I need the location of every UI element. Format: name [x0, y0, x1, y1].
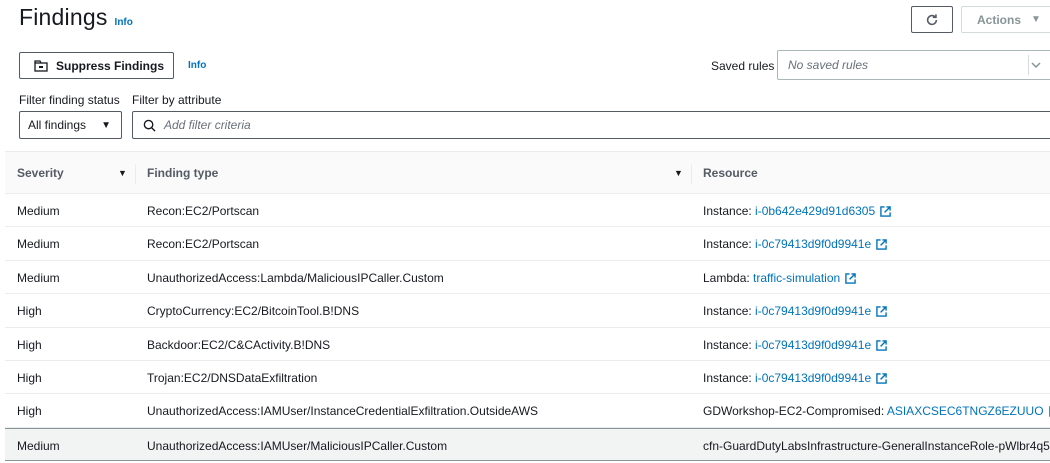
resource-cell: GDWorkshop-EC2-Compromised: ASIAXCSEC6TN…	[703, 404, 1050, 420]
finding-type-cell: Backdoor:EC2/C&CActivity.B!DNS	[147, 337, 331, 352]
resource-link[interactable]: ASIAXCSEC6TNGZ6EZUUO	[887, 404, 1044, 418]
finding-type-cell: UnauthorizedAccess:Lambda/MaliciousIPCal…	[147, 270, 444, 285]
suppress-icon	[34, 59, 48, 72]
suppress-info-link[interactable]: Info	[188, 60, 206, 71]
actions-label: Actions	[977, 12, 1022, 27]
resource-prefix: Lambda:	[703, 270, 754, 285]
table-header: Severity ▼ Finding type ▼ Resource	[5, 151, 1050, 194]
external-link-icon[interactable]	[880, 206, 891, 220]
findings-table: Severity ▼ Finding type ▼ Resource Mediu…	[5, 151, 1050, 462]
refresh-icon	[926, 13, 938, 25]
table-row[interactable]: High UnauthorizedAccess:IAMUser/InstanceC…	[5, 394, 1050, 428]
suppress-findings-button[interactable]: Suppress Findings	[19, 52, 174, 79]
resource-prefix: Instance:	[703, 370, 756, 385]
suppress-label: Suppress Findings	[56, 58, 165, 73]
resource-link[interactable]: i-0c79413d9f0d9941e	[755, 237, 871, 251]
column-divider	[135, 164, 136, 184]
severity-cell: High	[17, 404, 42, 419]
finding-type-cell: Recon:EC2/Portscan	[147, 204, 260, 218]
table-row[interactable]: High CryptoCurrency:EC2/BitcoinTool.B!DNS…	[5, 294, 1050, 328]
finding-type-cell: CryptoCurrency:EC2/BitcoinTool.B!DNS	[147, 304, 360, 319]
actions-dropdown[interactable]: Actions ▼	[961, 6, 1050, 33]
table-row[interactable]: Medium Recon:EC2/Portscan Instance: i-0c79…	[5, 227, 1050, 261]
status-filter-value: All findings	[28, 118, 87, 132]
resource-prefix: Instance:	[703, 337, 756, 352]
finding-type-cell: UnauthorizedAccess:IAMUser/InstanceCrede…	[147, 404, 539, 419]
column-header-severity[interactable]: Severity	[17, 166, 64, 180]
resource-cell: Instance: i-0c79413d9f0d9941e	[703, 237, 887, 253]
resource-link[interactable]: traffic-simulation	[753, 271, 840, 285]
resource-link[interactable]: i-0b642e429d91d6305	[755, 204, 875, 218]
resource-cell: Instance: i-0c79413d9f0d9941e	[703, 371, 887, 387]
page-title: Findings	[19, 4, 108, 30]
column-header-finding-type[interactable]: Finding type	[147, 166, 218, 180]
resource-cell: Instance: i-0b642e429d91d6305	[703, 204, 891, 220]
severity-cell: High	[17, 304, 42, 319]
external-link-icon[interactable]	[876, 339, 887, 354]
saved-rules-placeholder: No saved rules	[788, 58, 869, 72]
attribute-filter-input[interactable]: Add filter criteria	[132, 111, 1050, 139]
saved-rules-select[interactable]: No saved rules	[777, 50, 1050, 80]
caret-down-icon: ▼	[101, 120, 111, 131]
resource-prefix: GDWorkshop-EC2-Compromised:	[703, 404, 887, 419]
attribute-filter-label: Filter by attribute	[132, 93, 222, 107]
status-filter-label: Filter finding status	[19, 93, 120, 107]
refresh-button[interactable]	[911, 6, 953, 33]
resource-prefix: cfn-GuardDutyLabsInfrastructure-GeneralI…	[703, 438, 1050, 453]
table-row[interactable]: High Backdoor:EC2/C&CActivity.B!DNS Instan…	[5, 328, 1050, 361]
resource-link[interactable]: i-0c79413d9f0d9941e	[755, 338, 871, 352]
resource-prefix: Instance:	[703, 204, 756, 218]
title-info-link[interactable]: Info	[115, 17, 133, 28]
resource-prefix: Instance:	[703, 237, 756, 252]
column-header-resource[interactable]: Resource	[703, 166, 758, 180]
table-body: Medium Recon:EC2/Portscan Instance: i-0b64…	[5, 194, 1050, 462]
external-link-icon[interactable]	[876, 239, 887, 253]
severity-cell: High	[17, 337, 42, 352]
finding-type-cell: Recon:EC2/Portscan	[147, 237, 260, 252]
table-row[interactable]: Medium UnauthorizedAccess:IAMUser/Malicio…	[5, 427, 1050, 462]
resource-link[interactable]: i-0c79413d9f0d9941e	[755, 371, 871, 385]
resource-cell: Instance: i-0c79413d9f0d9941e	[703, 304, 887, 320]
sort-icon[interactable]: ▼	[674, 168, 683, 178]
severity-cell: Medium	[17, 204, 60, 218]
external-link-icon[interactable]	[876, 306, 887, 320]
select-divider	[1028, 55, 1029, 75]
status-filter-select[interactable]: All findings ▼	[19, 111, 122, 139]
page-header: Findings Info	[19, 4, 133, 34]
severity-cell: Medium	[17, 438, 60, 453]
finding-type-cell: UnauthorizedAccess:IAMUser/MaliciousIPCa…	[147, 438, 448, 453]
table-row[interactable]: Medium UnauthorizedAccess:Lambda/Maliciou…	[5, 261, 1050, 295]
chevron-down-icon	[1031, 62, 1041, 69]
resource-cell: Instance: i-0c79413d9f0d9941e	[703, 338, 887, 354]
resource-cell: cfn-GuardDutyLabsInfrastructure-GeneralI…	[703, 439, 1050, 453]
saved-rules-label: Saved rules	[711, 59, 775, 73]
finding-type-cell: Trojan:EC2/DNSDataExfiltration	[147, 370, 318, 385]
resource-prefix: Instance:	[703, 304, 756, 319]
severity-cell: High	[17, 370, 42, 385]
attribute-filter-placeholder: Add filter criteria	[164, 118, 251, 132]
column-divider	[691, 164, 692, 184]
table-row[interactable]: High Trojan:EC2/DNSDataExfiltration Instan…	[5, 361, 1050, 395]
sort-icon[interactable]: ▼	[118, 168, 127, 178]
severity-cell: Medium	[17, 270, 60, 285]
external-link-icon[interactable]	[845, 273, 856, 287]
caret-down-icon: ▼	[1031, 14, 1041, 25]
resource-cell: Lambda: traffic-simulation	[703, 271, 856, 287]
resource-link[interactable]: i-0c79413d9f0d9941e	[755, 304, 871, 318]
severity-cell: Medium	[17, 237, 60, 252]
external-link-icon[interactable]	[876, 373, 887, 387]
table-row[interactable]: Medium Recon:EC2/Portscan Instance: i-0b64…	[5, 194, 1050, 228]
search-icon	[143, 119, 156, 132]
